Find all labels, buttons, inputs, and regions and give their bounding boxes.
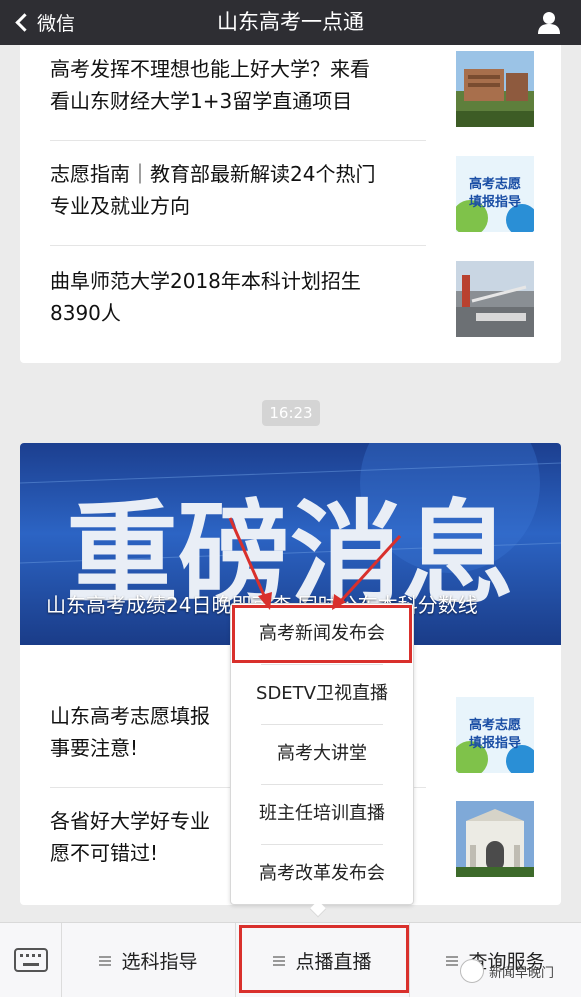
annotation-arrows <box>228 517 402 610</box>
menu-button-xuanke[interactable]: 选科指导 <box>62 923 236 997</box>
watermark-logo-icon <box>460 959 484 983</box>
arrow-line <box>338 534 402 604</box>
watermark-text: 新闻早晚门 <box>489 965 555 981</box>
arrow-line <box>228 517 268 601</box>
keyboard-toggle-button[interactable] <box>0 923 62 997</box>
menu-label: 选科指导 <box>121 951 198 973</box>
menu-lines-icon <box>446 955 459 966</box>
highlight-box <box>239 925 409 993</box>
keyboard-icon <box>14 948 48 972</box>
menu-lines-icon <box>99 955 112 966</box>
watermark: 新闻早晚门 <box>460 956 554 986</box>
arrowhead-icon <box>258 592 272 610</box>
